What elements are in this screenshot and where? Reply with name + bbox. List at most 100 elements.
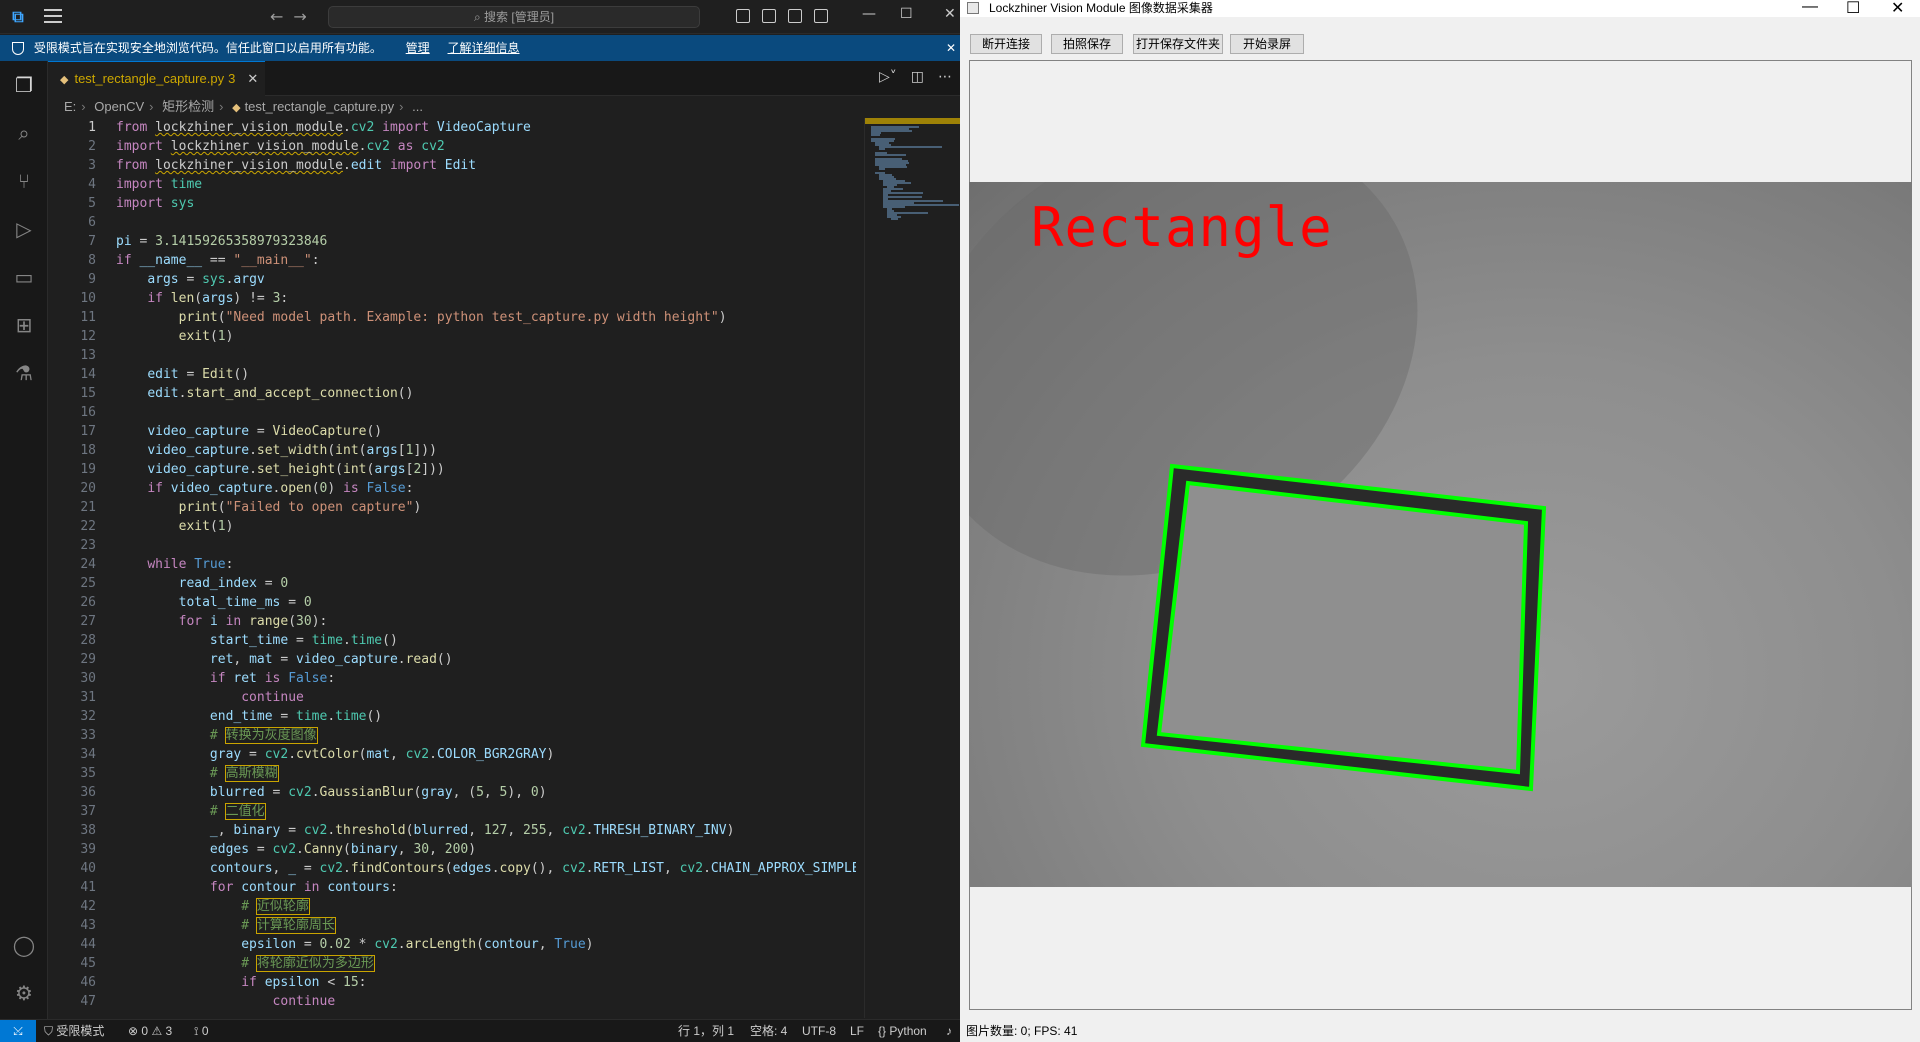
code-area[interactable]: from lockzhiner_vision_module.cv2 import… — [116, 118, 856, 1011]
disconnect-button[interactable]: 断开连接 — [970, 34, 1042, 54]
code-line[interactable]: blurred = cv2.GaussianBlur(gray, (5, 5),… — [116, 783, 856, 802]
code-line[interactable]: print("Failed to open capture") — [116, 498, 856, 517]
code-line[interactable]: video_capture = VideoCapture() — [116, 422, 856, 441]
code-line[interactable]: pi = 3.14159265358979323846 — [116, 232, 856, 251]
code-line[interactable]: video_capture.set_height(int(args[2])) — [116, 460, 856, 479]
language-status[interactable]: {} Python — [878, 1020, 927, 1042]
code-line[interactable]: # 计算轮廓周长 — [116, 916, 856, 935]
bell-icon[interactable]: ♪ — [946, 1020, 952, 1042]
code-line[interactable]: epsilon = 0.02 * cv2.arcLength(contour, … — [116, 935, 856, 954]
code-line[interactable]: for contour in contours: — [116, 878, 856, 897]
close-icon[interactable]: ✕ — [944, 6, 956, 22]
code-line[interactable] — [116, 536, 856, 555]
code-line[interactable]: exit(1) — [116, 327, 856, 346]
open-folder-button[interactable]: 打开保存文件夹 — [1133, 34, 1223, 54]
maximize-icon[interactable]: ☐ — [900, 6, 913, 22]
code-line[interactable]: # 转换为灰度图像 — [116, 726, 856, 745]
banner-manage-link[interactable]: 管理 — [406, 41, 430, 55]
code-line[interactable]: end_time = time.time() — [116, 707, 856, 726]
code-line[interactable]: import sys — [116, 194, 856, 213]
code-line[interactable]: print("Need model path. Example: python … — [116, 308, 856, 327]
code-line[interactable]: import time — [116, 175, 856, 194]
extensions-icon[interactable]: ⊞ — [12, 313, 36, 337]
code-line[interactable]: while True: — [116, 555, 856, 574]
code-line[interactable]: if __name__ == "__main__": — [116, 251, 856, 270]
code-line[interactable] — [116, 346, 856, 365]
code-line[interactable]: # 将轮廓近似为多边形 — [116, 954, 856, 973]
toggle-panel-icon[interactable] — [762, 8, 776, 23]
code-line[interactable]: continue — [116, 688, 856, 707]
minimap[interactable] — [864, 118, 960, 1018]
banner-close-icon[interactable]: ✕ — [946, 35, 956, 61]
breadcrumb-folder-opencv[interactable]: OpenCV — [94, 99, 144, 114]
code-line[interactable]: if len(args) != 3: — [116, 289, 856, 308]
tab-close-icon[interactable]: ✕ — [247, 71, 258, 86]
code-line[interactable]: continue — [116, 992, 856, 1011]
search-activity-icon[interactable]: ⌕ — [12, 121, 36, 145]
remote-indicator-icon[interactable]: ⤩ — [0, 1020, 36, 1042]
explorer-icon[interactable]: ❐ — [12, 73, 36, 97]
code-line[interactable]: if video_capture.open(0) is False: — [116, 479, 856, 498]
more-icon[interactable]: ⋯ — [938, 69, 952, 85]
settings-gear-icon[interactable]: ⚙ — [12, 981, 36, 1005]
maximize-icon[interactable]: ☐ — [1846, 0, 1860, 18]
code-line[interactable]: # 高斯模糊 — [116, 764, 856, 783]
cursor-position[interactable]: 行 1，列 1 — [678, 1020, 734, 1042]
start-record-button[interactable]: 开始录屏 — [1230, 34, 1304, 54]
code-line[interactable]: ret, mat = video_capture.read() — [116, 650, 856, 669]
code-line[interactable]: # 二值化 — [116, 802, 856, 821]
run-icon[interactable]: ▷˅ — [879, 69, 897, 85]
code-line[interactable]: if epsilon < 15: — [116, 973, 856, 992]
code-line[interactable]: video_capture.set_width(int(args[1])) — [116, 441, 856, 460]
minimize-icon[interactable]: — — [862, 6, 876, 22]
source-control-icon[interactable]: ⑂ — [12, 169, 36, 193]
testing-icon[interactable]: ⚗ — [12, 361, 36, 385]
code-line[interactable]: gray = cv2.cvtColor(mat, cv2.COLOR_BGR2G… — [116, 745, 856, 764]
ports-status[interactable]: ⟟ 0 — [194, 1020, 209, 1042]
code-line[interactable] — [116, 403, 856, 422]
run-debug-icon[interactable]: ▷ — [12, 217, 36, 241]
menu-icon[interactable] — [44, 9, 62, 23]
code-line[interactable]: args = sys.argv — [116, 270, 856, 289]
breadcrumb-folder-rect[interactable]: 矩形检测 — [162, 99, 214, 114]
code-line[interactable]: # 近似轮廓 — [116, 897, 856, 916]
customize-layout-icon[interactable] — [814, 8, 828, 23]
code-line[interactable]: read_index = 0 — [116, 574, 856, 593]
remote-explorer-icon[interactable]: ▭ — [12, 265, 36, 289]
account-icon[interactable]: ◯ — [12, 933, 36, 957]
breadcrumb-symbol[interactable]: ... — [412, 99, 423, 114]
code-line[interactable]: start_time = time.time() — [116, 631, 856, 650]
command-center-search[interactable]: ⌕ 搜索 [管理员] — [328, 6, 700, 28]
code-line[interactable]: import lockzhiner_vision_module.cv2 as c… — [116, 137, 856, 156]
banner-learn-more-link[interactable]: 了解详细信息 — [448, 41, 520, 55]
problems-status[interactable]: ⊗ 0 ⚠ 3 — [128, 1020, 172, 1042]
code-line[interactable]: _, binary = cv2.threshold(blurred, 127, … — [116, 821, 856, 840]
minimize-icon[interactable]: — — [1802, 0, 1818, 16]
indentation-status[interactable]: 空格: 4 — [750, 1020, 787, 1042]
code-line[interactable]: edit = Edit() — [116, 365, 856, 384]
breadcrumb-file[interactable]: test_rectangle_capture.py — [245, 99, 395, 114]
eol-status[interactable]: LF — [850, 1020, 864, 1042]
encoding-status[interactable]: UTF-8 — [802, 1020, 836, 1042]
forward-arrow-icon[interactable]: → — [293, 7, 306, 26]
tab-test-rectangle-capture[interactable]: ◆ test_rectangle_capture.py 3 ✕ — [48, 61, 265, 96]
code-line[interactable]: if ret is False: — [116, 669, 856, 688]
back-arrow-icon[interactable]: ← — [270, 7, 283, 26]
snapshot-save-button[interactable]: 拍照保存 — [1051, 34, 1123, 54]
toggle-sidebar-icon[interactable] — [736, 8, 750, 23]
code-editor[interactable]: 1 2 3 4 5 6 7 8 9 10 11 12 13 14 15 16 17 18 19 20 21 22 23 24 2… — [48, 118, 856, 1018]
code-line[interactable]: edit.start_and_accept_connection() — [116, 384, 856, 403]
restricted-mode-status[interactable]: ⛉ 受限模式 — [44, 1020, 104, 1042]
toggle-secondary-sidebar-icon[interactable] — [788, 8, 802, 23]
code-line[interactable]: from lockzhiner_vision_module.edit impor… — [116, 156, 856, 175]
close-icon[interactable]: ✕ — [1891, 0, 1904, 18]
breadcrumb-drive[interactable]: E: — [64, 99, 76, 114]
code-line[interactable] — [116, 213, 856, 232]
code-line[interactable]: total_time_ms = 0 — [116, 593, 856, 612]
split-editor-icon[interactable]: ◫ — [911, 69, 924, 85]
minimap-viewport[interactable] — [865, 118, 960, 124]
code-line[interactable]: edges = cv2.Canny(binary, 30, 200) — [116, 840, 856, 859]
code-line[interactable]: for i in range(30): — [116, 612, 856, 631]
code-line[interactable]: from lockzhiner_vision_module.cv2 import… — [116, 118, 856, 137]
code-line[interactable]: exit(1) — [116, 517, 856, 536]
